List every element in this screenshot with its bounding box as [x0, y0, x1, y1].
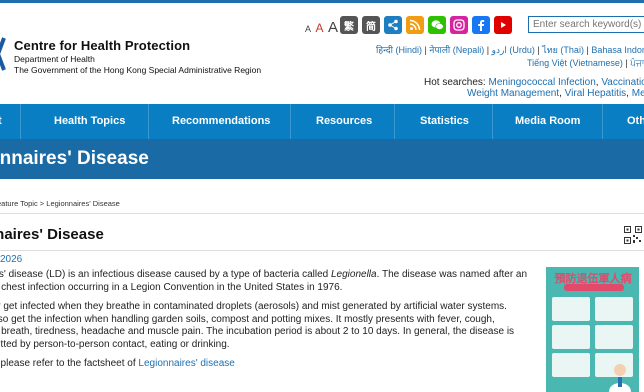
search-input[interactable] [528, 16, 644, 33]
person-illustration-icon [609, 364, 631, 392]
divider [0, 213, 644, 214]
hot-searches-row-1: Hot searches: Meningococcal Infection, V… [424, 77, 644, 88]
p1-emphasis: Legionella [330, 269, 377, 280]
poster-panel [552, 297, 590, 321]
poster-subtitle-ribbon [564, 284, 624, 291]
nav-item-resources[interactable]: Resources [316, 104, 372, 139]
paragraph-2-line-2: also get the infection when handling gar… [0, 313, 495, 325]
hot-search-link[interactable]: Meningococcal Infection [488, 77, 595, 88]
rss-icon[interactable] [406, 16, 424, 34]
lang-punjabi-link[interactable]: ਪੰਜਾਬੀ [630, 58, 644, 68]
nav-divider [20, 104, 21, 139]
paragraph-2-line-4: mitted by person-to-person contact, eati… [0, 338, 230, 350]
font-size-controls: A A A [305, 19, 338, 37]
nav-item-partial[interactable]: t [0, 104, 2, 139]
lang-nepali-link[interactable]: नेपाली (Nepali) [429, 45, 484, 55]
paragraph-1-line-2: of chest infection occurring in a Legion… [0, 282, 343, 293]
breadcrumb-parent-link[interactable]: eature Topic > [0, 199, 44, 208]
chp-logo-icon[interactable] [0, 36, 6, 72]
lang-vietnamese-link[interactable]: Tiếng Việt (Vietnamese) [527, 58, 623, 68]
hot-searches-row-2: Weight Management, Viral Hepatitis, Men [467, 88, 644, 99]
wechat-icon[interactable] [428, 16, 446, 34]
nav-item-others[interactable]: Oth [627, 104, 644, 139]
page-title: nnaires' Disease [0, 226, 104, 243]
nav-item-statistics[interactable]: Statistics [420, 104, 469, 139]
poster-panel [552, 353, 590, 377]
paragraph-2-line-3: of breath, tiredness, headache and muscl… [0, 326, 515, 337]
lang-thai-link[interactable]: ไทย (Thai) [542, 45, 584, 55]
breadcrumb: eature Topic > Legionnaires' Disease [0, 199, 120, 208]
font-small-button[interactable]: A [305, 24, 311, 34]
lang-urdu-link[interactable]: اردو (Urdu) [492, 45, 535, 55]
utility-icons: 繁 简 [340, 16, 512, 34]
instagram-icon[interactable] [450, 16, 468, 34]
factsheet-link[interactable]: Legionnaires' disease [138, 358, 234, 369]
main-nav: t Health Topics Recommendations Resource… [0, 104, 644, 139]
hot-search-link[interactable]: Vaccination S [601, 77, 644, 88]
hot-search-link[interactable]: Weight Management [467, 88, 559, 99]
languages-row-1: हिन्दी (Hindi) | नेपाली (Nepali) | اردو … [376, 43, 644, 57]
dept-name: Department of Health [14, 54, 95, 64]
nav-divider [602, 104, 603, 139]
paragraph-3: s, please refer to the factsheet of Legi… [0, 358, 235, 371]
simp-chinese-button[interactable]: 简 [362, 16, 380, 34]
nav-item-health-topics[interactable]: Health Topics [54, 104, 125, 139]
nav-divider [148, 104, 149, 139]
publish-date: 2026 [0, 254, 23, 265]
p3-text: s, please refer to the factsheet of [0, 358, 139, 369]
nav-divider [492, 104, 493, 139]
hot-search-link[interactable]: Men [632, 88, 644, 99]
nav-item-media-room[interactable]: Media Room [515, 104, 580, 139]
trad-chinese-button[interactable]: 繁 [340, 16, 358, 34]
font-large-button[interactable]: A [328, 19, 338, 36]
gov-name: The Government of the Hong Kong Special … [14, 64, 262, 75]
nav-item-recommendations[interactable]: Recommendations [172, 104, 270, 139]
p1-text-end: . The disease was named after an [376, 269, 528, 280]
hot-searches-label: Hot searches: [424, 77, 486, 88]
nav-divider [394, 104, 395, 139]
hot-search-link[interactable]: Viral Hepatitis [565, 88, 627, 99]
org-title-block[interactable]: Centre for Health Protection Department … [14, 39, 261, 74]
languages-row-2: Tiếng Việt (Vietnamese) | ਪੰਜਾਬੀ [527, 58, 644, 69]
poster-panel [595, 325, 633, 349]
youtube-icon[interactable] [494, 16, 512, 34]
poster-panel [552, 325, 590, 349]
banner-title: onnaires' Disease [0, 148, 149, 169]
page-banner: onnaires' Disease [0, 139, 644, 179]
nav-divider [290, 104, 291, 139]
paragraph-1: res' disease (LD) is an infectious disea… [0, 269, 527, 282]
poster-panel [595, 297, 633, 321]
top-accent-bar [0, 0, 644, 3]
paragraph-2-line-1: ay get infected when they breathe in con… [0, 301, 507, 312]
font-medium-button[interactable]: A [315, 21, 323, 35]
lang-indonesian-link[interactable]: Bahasa Indonesia [591, 45, 644, 55]
p1-text: res' disease (LD) is an infectious disea… [0, 269, 331, 280]
prevention-poster[interactable]: 預防退伍軍人病 [546, 267, 639, 392]
divider [0, 250, 644, 251]
breadcrumb-current: Legionnaires' Disease [46, 199, 120, 208]
qr-code-icon[interactable] [624, 226, 642, 244]
facebook-icon[interactable] [472, 16, 490, 34]
share-icon[interactable] [384, 16, 402, 34]
org-name: Centre for Health Protection [14, 38, 191, 53]
lang-hindi-link[interactable]: हिन्दी (Hindi) [376, 45, 422, 55]
